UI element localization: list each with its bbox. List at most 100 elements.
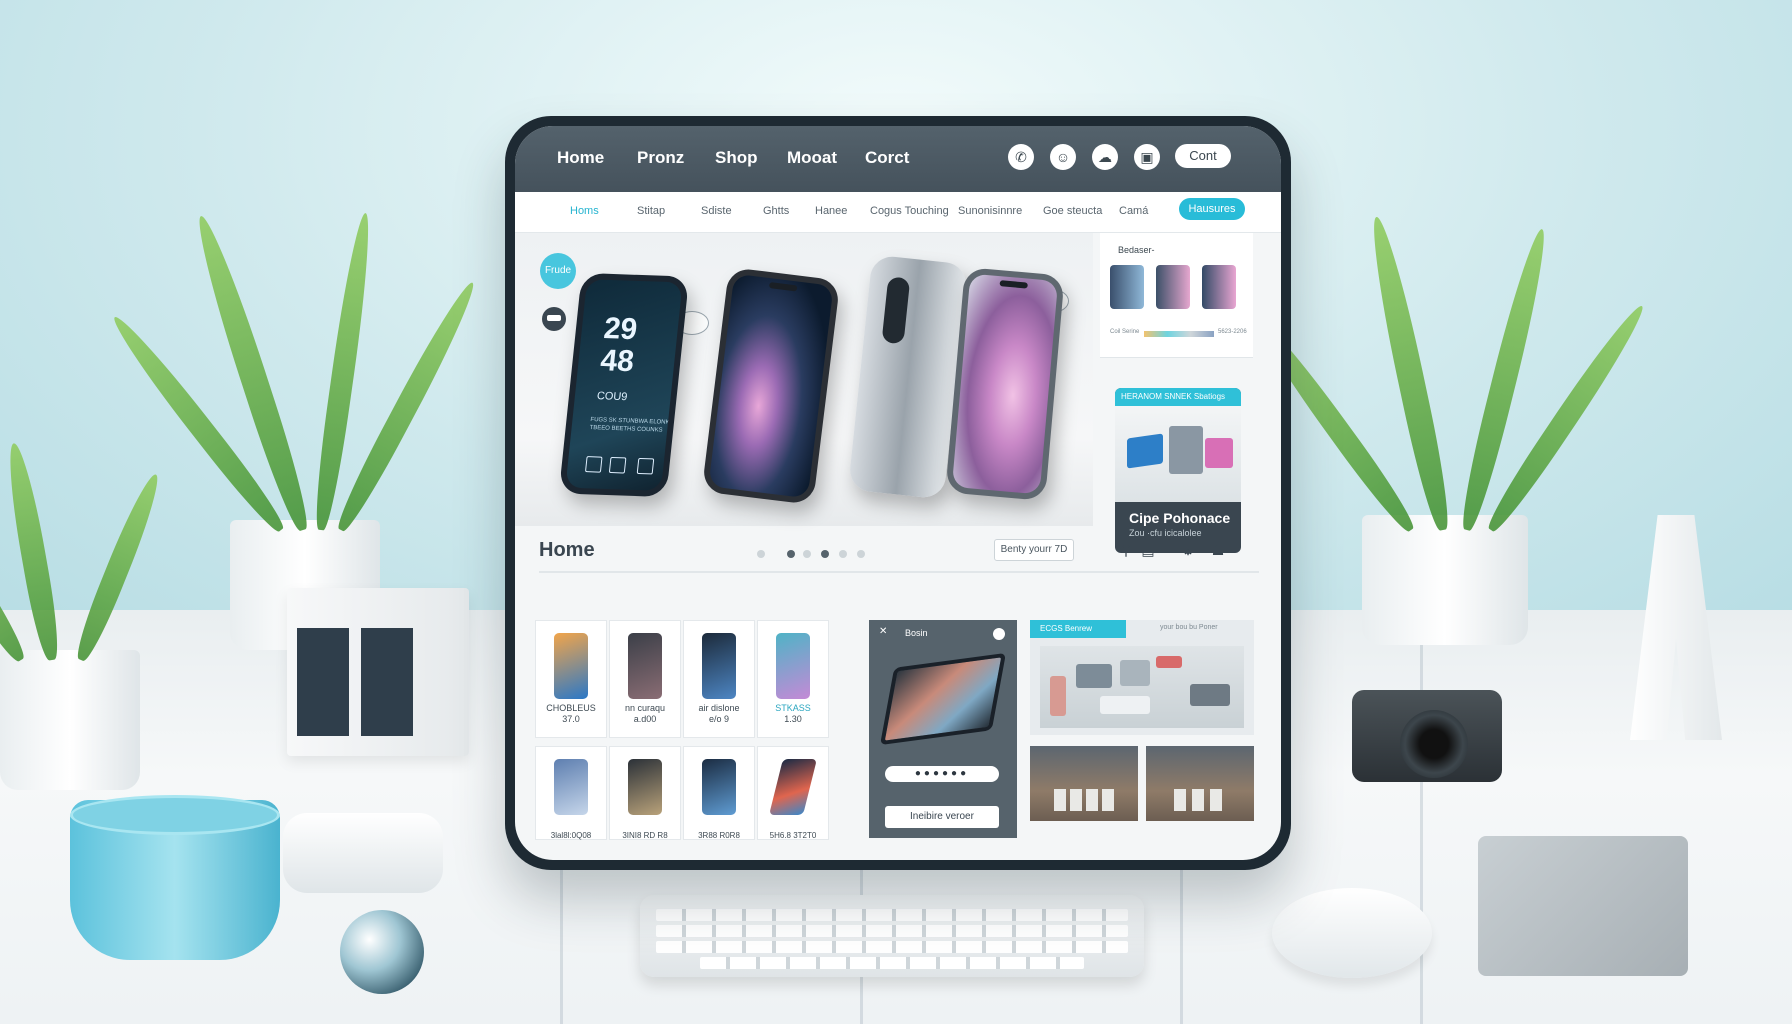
review-panel[interactable]: ECGS Benrew your bou bu Poner — [1030, 620, 1254, 735]
nav-pronz[interactable]: Pronz — [637, 148, 684, 168]
tablet-device: Home Pronz Shop Mooat Corct ✆ ☺ ☁ ▣ Cont… — [505, 116, 1291, 870]
product-card[interactable]: STKASS 1.30 — [757, 620, 829, 738]
login-header: Bosin — [905, 628, 928, 638]
chat-icon[interactable]: ☁ — [1092, 144, 1118, 170]
headset-icon[interactable] — [542, 307, 566, 331]
user-icon[interactable]: ☗ — [1209, 542, 1227, 558]
nav-home[interactable]: Home — [557, 148, 604, 168]
product-card[interactable]: 5H6.8 3T2T0 — [757, 746, 829, 840]
settings-icon[interactable]: ⚙ — [1179, 542, 1197, 558]
close-icon[interactable]: ✕ — [879, 626, 887, 637]
phone-app-icon — [584, 456, 603, 473]
bestseller-title: Bedaser- — [1118, 245, 1155, 255]
bestseller-code: 5623-2206 — [1218, 329, 1247, 335]
product-image — [554, 633, 588, 699]
product-name: 3lal8l:0Q08 — [550, 831, 592, 840]
review-text: your bou bu Poner — [1160, 624, 1218, 631]
subnav-sunonisinnre[interactable]: Sunonisinnre — [958, 205, 1022, 217]
mouse — [1272, 888, 1432, 978]
product-image — [628, 759, 662, 815]
user-icon[interactable]: ☺ — [1050, 144, 1076, 170]
camera-lens-decor — [1400, 710, 1468, 778]
nav-shop[interactable]: Shop — [715, 148, 758, 168]
hero-banner[interactable]: Frude 29 48 COU9 FUGS SK STUNBWA ELONK T… — [515, 233, 1093, 526]
carousel-dot[interactable] — [821, 550, 829, 558]
promo-title: Cipe Pohonace — [1129, 510, 1231, 526]
product-name: 3R88 R0R8 — [698, 831, 740, 840]
grid-icon[interactable]: ▤ — [1139, 542, 1157, 558]
product-card[interactable]: nn curaqu a.d00 — [609, 620, 681, 738]
desk-plank — [1420, 610, 1423, 1024]
toggle-icon[interactable] — [993, 628, 1005, 640]
subnav-cogus-touching[interactable]: Cogus Touching — [870, 205, 949, 217]
gallery-thumb[interactable] — [1030, 746, 1138, 821]
promo-image — [1115, 406, 1241, 502]
promo-tag: HERANOM SNNEK Sbatiogs — [1115, 388, 1241, 406]
mini-product[interactable] — [1202, 265, 1236, 309]
carousel-dot[interactable] — [839, 550, 847, 558]
product-image — [769, 759, 817, 815]
phone-clock-minutes: 48 — [598, 344, 636, 379]
phone-icon[interactable]: ✆ — [1008, 144, 1034, 170]
carousel-dot[interactable] — [803, 550, 811, 558]
product-name: CHOBLEUS — [546, 703, 596, 713]
bestseller-footnote: Coil Serine — [1110, 329, 1140, 335]
product-price: 37.0 — [562, 714, 580, 724]
product-image — [702, 759, 736, 815]
nav-corct[interactable]: Corct — [865, 148, 909, 168]
product-name: nn curaqu — [624, 703, 666, 713]
camera-module-icon — [881, 276, 911, 345]
cart-icon[interactable]: ▣ — [1134, 144, 1160, 170]
features-button[interactable]: Hausures — [1179, 198, 1245, 220]
contact-button[interactable]: Cont — [1175, 144, 1231, 168]
hero-phone-swirl — [701, 267, 841, 505]
subnav-sdiste[interactable]: Sdiste — [701, 205, 732, 217]
new-badge[interactable]: Frude — [540, 253, 576, 289]
speaker-decor — [283, 813, 443, 893]
nav-mooat[interactable]: Mooat — [787, 148, 837, 168]
phone-caption: COU9 — [596, 390, 628, 404]
carousel-dot[interactable] — [757, 550, 765, 558]
review-image — [1040, 646, 1244, 728]
product-price: a.d00 — [633, 714, 657, 724]
login-button[interactable]: Ineibire veroer — [885, 806, 999, 828]
product-image — [702, 633, 736, 699]
product-name: STKASS — [775, 703, 811, 713]
carousel-dot[interactable] — [857, 550, 865, 558]
product-card[interactable]: air dislone e/o 9 — [683, 620, 755, 738]
product-price: e/o 9 — [708, 714, 730, 724]
login-panel: ✕ Bosin ●●●●●● Ineibire veroer — [869, 620, 1017, 838]
product-box-decor — [287, 588, 469, 756]
password-field[interactable]: ●●●●●● — [885, 766, 999, 782]
carousel-dot-active[interactable] — [787, 550, 795, 558]
sort-dropdown[interactable]: Benty yourr 7D — [994, 539, 1074, 561]
product-image — [554, 759, 588, 815]
review-tag: ECGS Benrew — [1030, 620, 1126, 638]
product-card[interactable]: 3R88 R0R8 — [683, 746, 755, 840]
phone-fine-print: FUGS SK STUNBWA ELONK TBEEO BEETHS COUNK… — [589, 417, 670, 434]
bestseller-panel[interactable]: Bedaser- Coil Serine 5623-2206 — [1100, 233, 1253, 358]
product-card[interactable]: 3INI8 RD R8 — [609, 746, 681, 840]
mini-product[interactable] — [1110, 265, 1144, 309]
promo-card[interactable]: HERANOM SNNEK Sbatiogs Cipe Pohonace Zou… — [1115, 388, 1241, 553]
filter-icon[interactable]: ⚲ — [1117, 542, 1135, 558]
secondary-navigation: Homs Stitap Sdiste Ghtts Hanee Cogus Tou… — [515, 192, 1281, 233]
subnav-homs[interactable]: Homs — [570, 205, 599, 217]
product-name: 3INI8 RD R8 — [622, 831, 668, 840]
hero-phone-pink — [945, 267, 1065, 501]
product-card[interactable]: CHOBLEUS 37.0 — [535, 620, 607, 738]
subnav-ghtts[interactable]: Ghtts — [763, 205, 789, 217]
product-name: air dislone — [698, 703, 740, 713]
subnav-cama[interactable]: Camá — [1119, 205, 1148, 217]
marble-ball-decor — [340, 910, 424, 994]
section-header: Home Benty yourr 7D ⚲ ▤ ⚙ ☗ — [539, 533, 1259, 573]
grey-cube-decor — [1478, 836, 1688, 976]
product-card[interactable]: 3lal8l:0Q08 — [535, 746, 607, 840]
subnav-hanee[interactable]: Hanee — [815, 205, 847, 217]
product-image — [776, 633, 810, 699]
subnav-goe-steucta[interactable]: Goe steucta — [1043, 205, 1102, 217]
blue-bowl-rim — [70, 795, 280, 835]
mini-product[interactable] — [1156, 265, 1190, 309]
gallery-thumb[interactable] — [1146, 746, 1254, 821]
subnav-stitap[interactable]: Stitap — [637, 205, 665, 217]
